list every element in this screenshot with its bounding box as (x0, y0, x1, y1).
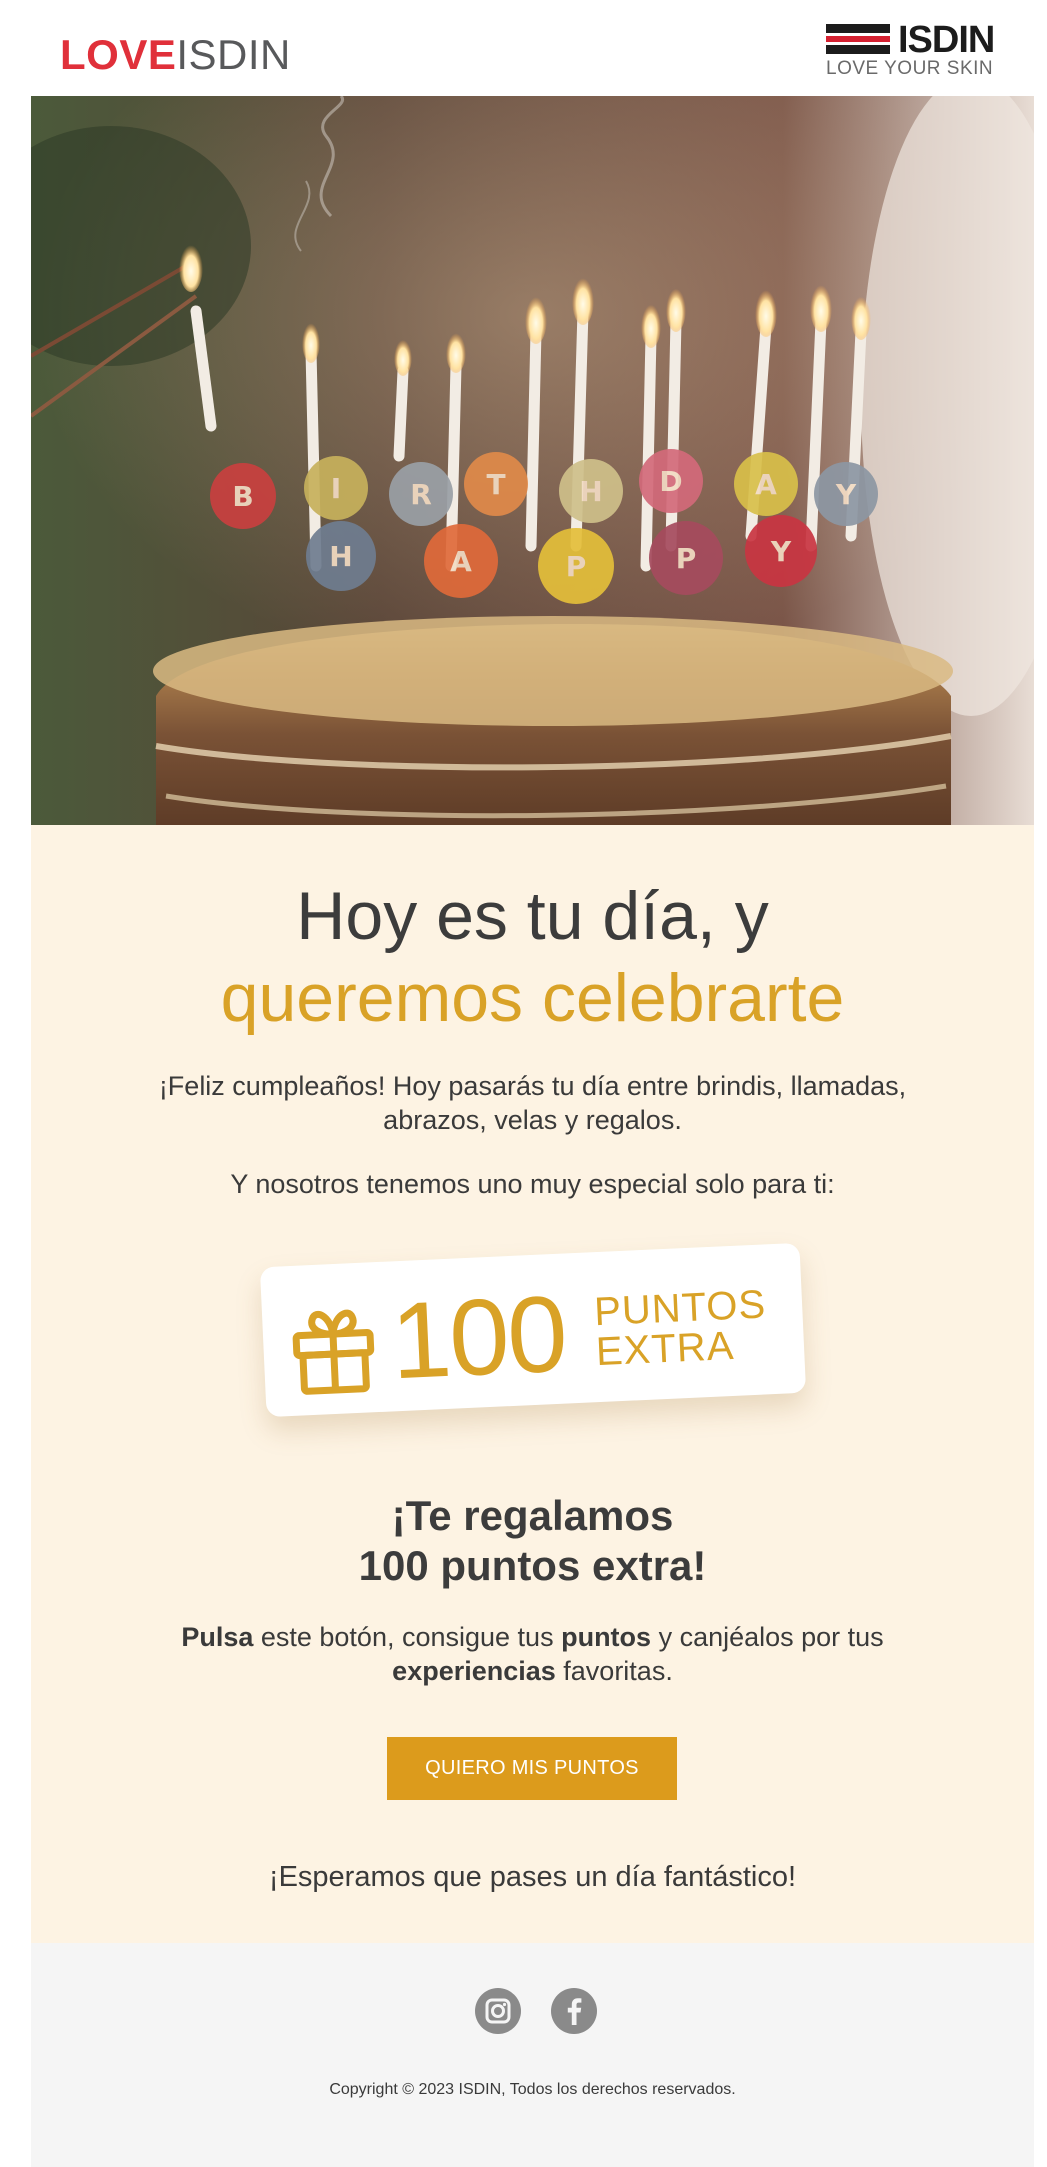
svg-text:H: H (329, 540, 352, 573)
svg-text:Y: Y (770, 535, 792, 568)
intro-line2: abrazos, velas y regalos. (383, 1105, 682, 1135)
page-headline: Hoy es tu día, y queremos celebrarte (31, 875, 1034, 1039)
isdin-brand-word: ISDIN (898, 19, 995, 61)
svg-text:T: T (486, 468, 505, 501)
email-footer: Copyright © 2023 ISDIN, Todos los derech… (31, 1943, 1034, 2167)
subhead-line2: 100 puntos extra! (358, 1542, 707, 1589)
svg-text:H: H (579, 475, 602, 508)
svg-text:P: P (566, 550, 587, 583)
body-text-2: y canjéalos por tus (651, 1622, 884, 1652)
points-label: PUNTOS EXTRA (593, 1282, 768, 1375)
headline-line2: queremos celebrarte (220, 960, 845, 1036)
facebook-glyph (567, 1998, 582, 2025)
special-gift-text: Y nosotros tenemos uno muy especial solo… (230, 1169, 835, 1199)
svg-text:R: R (410, 478, 432, 511)
email-header: LOVEISDIN ISDIN LOVE YOUR SKIN (0, 0, 1047, 96)
intro-text: ¡Feliz cumpleaños! Hoy pasarás tu día en… (121, 1069, 944, 1137)
headline-line1: Hoy es tu día, y (296, 878, 769, 954)
main-content: Hoy es tu día, y queremos celebrarte ¡Fe… (31, 825, 1034, 1943)
svg-text:B: B (232, 480, 253, 513)
isdin-flag-icon (826, 24, 890, 54)
hero-birthday-cake-image: B I R T H D A Y H A P P Y (31, 96, 1034, 825)
body-text-1: este botón, consigue tus (253, 1622, 562, 1652)
birthday-cake-illustration: B I R T H D A Y H A P P Y (31, 96, 1034, 825)
svg-text:I: I (331, 472, 341, 505)
love-logo-part1: LOVE (60, 31, 177, 78)
copyright-text: Copyright © 2023 ISDIN, Todos los derech… (329, 2081, 736, 2098)
claim-points-button[interactable]: QUIERO MIS PUNTOS (387, 1737, 677, 1800)
body-bold-pulsa: Pulsa (181, 1622, 254, 1652)
body-bold-experiencias: experiencias (392, 1656, 556, 1686)
subhead-line1: ¡Te regalamos (391, 1492, 674, 1539)
points-number: 100 (388, 1272, 569, 1402)
intro-line1: ¡Feliz cumpleaños! Hoy pasarás tu día en… (158, 1071, 907, 1101)
isdin-brand-logo[interactable]: ISDIN LOVE YOUR SKIN (826, 20, 996, 80)
instagram-icon[interactable] (475, 1988, 521, 2034)
cta-description: Pulsa este botón, consigue tus puntos y … (121, 1620, 944, 1688)
points-label-line2: EXTRA (595, 1323, 736, 1375)
svg-text:P: P (676, 542, 697, 575)
instagram-glyph (485, 1998, 511, 2024)
body-text-3: favoritas. (555, 1656, 673, 1686)
closing-message: ¡Esperamos que pases un día fantástico! (268, 1861, 797, 1893)
love-logo-part2: ISDIN (176, 31, 291, 78)
svg-text:D: D (659, 465, 682, 498)
isdin-tagline: LOVE YOUR SKIN (826, 58, 994, 79)
gift-subheading: ¡Te regalamos 100 puntos extra! (31, 1491, 1034, 1591)
love-isdin-logo[interactable]: LOVEISDIN (60, 30, 291, 80)
svg-text:A: A (450, 545, 472, 578)
svg-text:Y: Y (835, 478, 857, 511)
body-bold-puntos: puntos (561, 1622, 652, 1652)
points-label-line1: PUNTOS (593, 1282, 768, 1335)
gift-icon (292, 1309, 375, 1395)
facebook-icon[interactable] (551, 1988, 597, 2034)
svg-text:A: A (755, 468, 777, 501)
points-card: 100 PUNTOS EXTRA (259, 1242, 807, 1418)
